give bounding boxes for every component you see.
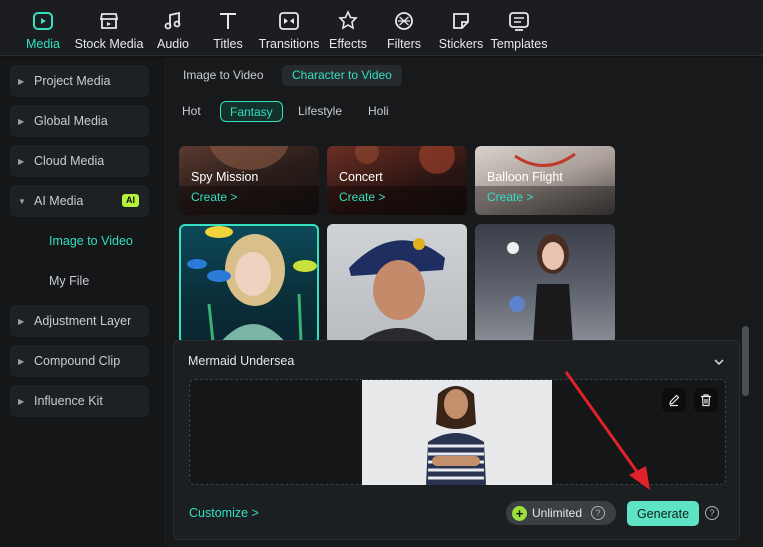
category-tab-hot[interactable]: Hot (173, 101, 210, 122)
sidebar-item-label: Global Media (34, 114, 108, 128)
firefighter-thumbnail (349, 238, 445, 344)
sidebar-item-adjustment-layer[interactable]: ▶ Adjustment Layer (10, 305, 149, 337)
template-card-fashion[interactable] (475, 224, 615, 344)
panel-title: Mermaid Undersea (188, 354, 295, 368)
tool-label: Effects (329, 37, 367, 51)
sidebar-item-cloud-media[interactable]: ▶ Cloud Media (10, 145, 149, 177)
credits-badge: + Unlimited ? (506, 501, 616, 525)
plus-icon: + (512, 505, 527, 521)
caret-right-icon: ▶ (18, 156, 25, 166)
tool-label: Transitions (258, 37, 320, 51)
caret-right-icon: ▶ (18, 316, 25, 326)
titles-icon (217, 10, 239, 32)
tool-label: Stock Media (74, 37, 144, 51)
template-card-balloon-flight[interactable]: Balloon Flight Create > (475, 146, 615, 215)
customize-link[interactable]: Customize > (189, 506, 259, 520)
card-create-link[interactable]: Create > (339, 190, 385, 204)
card-title: Concert (339, 170, 383, 184)
vertical-scrollbar[interactable] (742, 326, 749, 396)
top-toolbar: Media Stock Media Audio Titles Transitio (0, 0, 763, 56)
category-tab-lifestyle[interactable]: Lifestyle (289, 101, 351, 122)
tool-label: Filters (386, 37, 422, 51)
tool-transitions[interactable]: Transitions (258, 0, 320, 56)
tool-media[interactable]: Media (20, 0, 66, 56)
category-tab-holi[interactable]: Holi (359, 101, 398, 122)
tool-stickers[interactable]: Stickers (438, 0, 484, 56)
sidebar-item-label: AI Media (34, 194, 84, 208)
help-icon[interactable]: ? (705, 506, 719, 520)
transitions-icon (278, 10, 300, 32)
ai-badge: AI (122, 194, 139, 207)
template-card-spy-mission[interactable]: Spy Mission Create > (179, 146, 319, 215)
person-photo (362, 380, 552, 485)
sidebar-item-global-media[interactable]: ▶ Global Media (10, 105, 149, 137)
tool-label: Media (25, 37, 61, 51)
card-create-link[interactable]: Create > (487, 190, 533, 204)
pencil-icon (669, 394, 680, 407)
trash-icon (701, 394, 711, 407)
chevron-down-icon[interactable] (713, 355, 725, 367)
sidebar-item-label: Cloud Media (34, 154, 105, 168)
sidebar-item-compound-clip[interactable]: ▶ Compound Clip (10, 345, 149, 377)
sidebar-item-label: Adjustment Layer (34, 314, 132, 328)
sidebar-subitem-my-file[interactable]: My File (49, 274, 89, 288)
card-title: Spy Mission (191, 170, 259, 184)
caret-right-icon: ▶ (18, 356, 25, 366)
tab-image-to-video[interactable]: Image to Video (173, 65, 274, 86)
mermaid-thumbnail (187, 226, 317, 344)
tool-label: Audio (157, 37, 189, 51)
caret-right-icon: ▶ (18, 116, 25, 126)
effects-icon (337, 10, 359, 32)
tool-templates[interactable]: Templates (490, 0, 548, 56)
media-icon (32, 10, 54, 32)
filters-icon (393, 10, 415, 32)
stickers-icon (450, 10, 472, 32)
tool-label: Stickers (438, 37, 484, 51)
caret-right-icon: ▶ (18, 76, 25, 86)
template-card-firefighter[interactable] (327, 224, 467, 344)
category-tab-fantasy[interactable]: Fantasy (220, 101, 283, 122)
uploaded-image-preview (362, 380, 552, 485)
tab-character-to-video[interactable]: Character to Video (282, 65, 402, 86)
sidebar-item-ai-media[interactable]: ▼ AI Media AI (10, 185, 149, 217)
card-create-link[interactable]: Create > (191, 190, 237, 204)
delete-image-button[interactable] (694, 388, 718, 412)
tool-stock-media[interactable]: Stock Media (72, 0, 146, 56)
template-card-concert[interactable]: Concert Create > (327, 146, 467, 215)
help-icon[interactable]: ? (591, 506, 606, 520)
stock-media-icon (98, 10, 120, 32)
caret-down-icon: ▼ (18, 196, 26, 206)
edit-image-button[interactable] (662, 388, 686, 412)
templates-icon (508, 10, 530, 32)
sidebar-subitem-image-to-video[interactable]: Image to Video (49, 234, 133, 248)
image-upload-area[interactable] (189, 379, 726, 485)
caret-right-icon: ▶ (18, 396, 25, 406)
sidebar-item-influence-kit[interactable]: ▶ Influence Kit (10, 385, 149, 417)
tool-label: Templates (490, 37, 548, 51)
template-card-mermaid[interactable] (179, 224, 319, 344)
tool-label: Titles (213, 37, 243, 51)
tool-titles[interactable]: Titles (208, 0, 248, 56)
sidebar-item-label: Compound Clip (34, 354, 121, 368)
credits-label: Unlimited (532, 506, 583, 520)
fashion-thumbnail (507, 234, 573, 344)
card-title: Balloon Flight (487, 170, 563, 184)
sidebar-item-label: Influence Kit (34, 394, 103, 408)
template-detail-panel: Mermaid Undersea Customize > + Unlimited… (173, 340, 740, 540)
sidebar-item-label: Project Media (34, 74, 111, 88)
toolbar-frame: Media Stock Media Audio Titles Transitio (10, 0, 750, 56)
tool-effects[interactable]: Effects (328, 0, 368, 56)
sidebar: ▶ Project Media ▶ Global Media ▶ Cloud M… (0, 57, 162, 547)
tool-audio[interactable]: Audio (152, 0, 194, 56)
sidebar-item-project-media[interactable]: ▶ Project Media (10, 65, 149, 97)
tool-filters[interactable]: Filters (384, 0, 424, 56)
generate-button[interactable]: Generate (627, 501, 699, 526)
music-note-icon (162, 10, 184, 32)
